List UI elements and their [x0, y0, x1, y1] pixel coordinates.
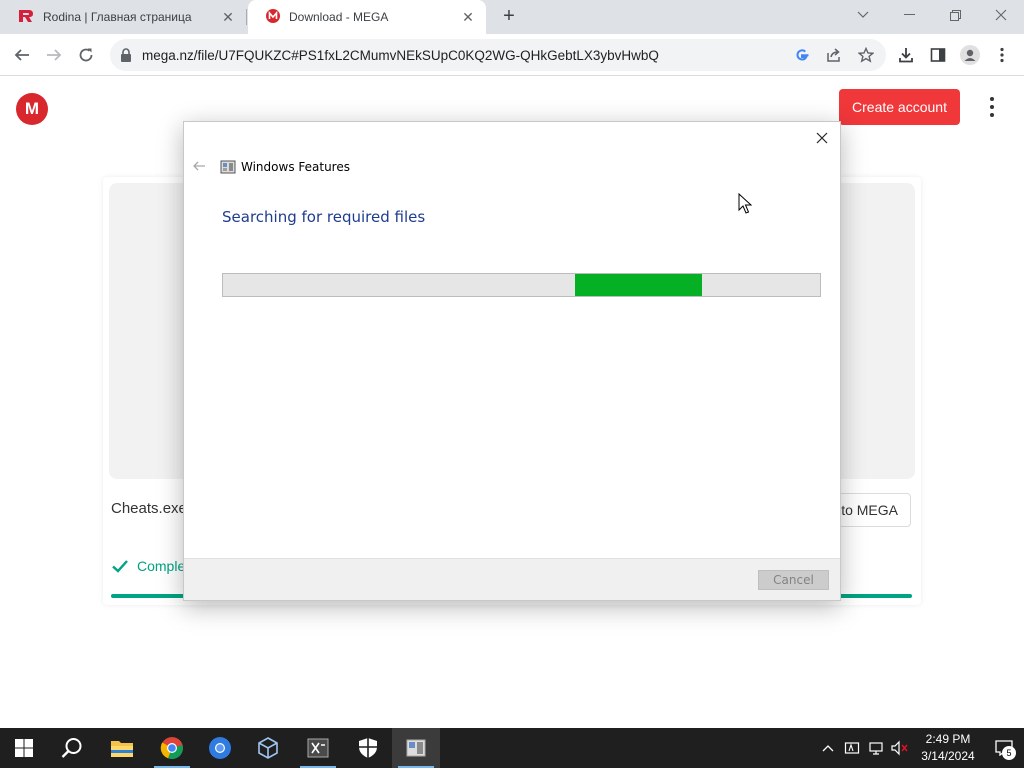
security-shield-icon[interactable] — [344, 728, 392, 768]
page-menu-icon[interactable] — [984, 95, 1000, 119]
browser-menu-icon[interactable] — [990, 43, 1014, 67]
side-panel-icon[interactable] — [926, 43, 950, 67]
progress-marquee — [575, 274, 702, 296]
tray-app-icon[interactable] — [840, 728, 864, 768]
tab-separator — [246, 9, 247, 25]
virtualbox-icon[interactable] — [244, 728, 292, 768]
tab-title: Download - MEGA — [289, 10, 389, 24]
profile-avatar-icon[interactable] — [958, 43, 982, 67]
windows-features-icon — [220, 159, 236, 175]
google-translate-icon[interactable] — [792, 45, 812, 65]
network-icon[interactable] — [864, 728, 888, 768]
back-arrow-icon[interactable] — [192, 159, 206, 173]
minimize-button[interactable] — [886, 0, 932, 30]
screen: Rodina | Главная страница ✕ Download - M… — [0, 0, 1024, 768]
tab-mega-download[interactable]: Download - MEGA ✕ — [248, 0, 486, 34]
close-window-button[interactable] — [978, 0, 1024, 30]
close-icon[interactable] — [812, 128, 832, 148]
share-icon[interactable] — [824, 45, 844, 65]
tab-search-chevron-icon[interactable] — [840, 0, 886, 30]
file-name: Cheats.exe — [111, 500, 187, 517]
notification-center-icon[interactable]: 5 — [984, 728, 1024, 768]
tab-title: Rodina | Главная страница — [43, 10, 192, 24]
forward-arrow-icon[interactable] — [42, 43, 66, 67]
chrome-icon[interactable] — [148, 728, 196, 768]
volume-muted-icon[interactable] — [888, 728, 912, 768]
reload-icon[interactable] — [74, 43, 98, 67]
restore-button[interactable] — [932, 0, 978, 30]
system-tray: 2:49 PM 3/14/2024 5 — [816, 728, 1024, 768]
windows-features-icon[interactable] — [392, 728, 440, 768]
file-explorer-icon[interactable] — [98, 728, 146, 768]
tab-rodina[interactable]: Rodina | Главная страница ✕ — [0, 0, 246, 34]
progress-bar — [222, 273, 821, 297]
back-arrow-icon[interactable] — [10, 43, 34, 67]
mega-logo[interactable]: M — [16, 93, 48, 125]
close-icon[interactable]: ✕ — [460, 9, 476, 26]
new-tab-button[interactable]: + — [498, 5, 520, 27]
url-text[interactable]: mega.nz/file/U7FQUKZC#PS1fxL2CMumvNEkSUp… — [142, 48, 782, 63]
clock-date: 3/14/2024 — [921, 749, 975, 763]
mega-icon — [266, 8, 280, 26]
lock-icon[interactable] — [120, 48, 132, 62]
taskbar: 2:49 PM 3/14/2024 5 — [0, 728, 1024, 768]
chromium-icon[interactable] — [196, 728, 244, 768]
browser-tab-strip: Rodina | Главная страница ✕ Download - M… — [0, 0, 1024, 34]
browser-toolbar: mega.nz/file/U7FQUKZC#PS1fxL2CMumvNEkSUp… — [0, 34, 1024, 76]
clock[interactable]: 2:49 PM 3/14/2024 — [916, 731, 980, 765]
clock-time: 2:49 PM — [925, 732, 971, 746]
start-icon[interactable] — [0, 728, 48, 768]
address-bar[interactable]: mega.nz/file/U7FQUKZC#PS1fxL2CMumvNEkSUp… — [110, 39, 886, 71]
chevron-up-icon[interactable] — [816, 728, 840, 768]
toolbar-actions — [894, 43, 1014, 67]
window-controls — [840, 0, 1024, 30]
download-icon[interactable] — [894, 43, 918, 67]
rodina-r-icon — [18, 9, 34, 26]
bookmark-star-icon[interactable] — [856, 45, 876, 65]
mouse-cursor-icon — [738, 192, 753, 215]
dialog-footer: Cancel — [184, 558, 840, 600]
search-icon[interactable] — [48, 728, 96, 768]
cancel-button[interactable]: Cancel — [758, 570, 829, 590]
address-bar-actions — [792, 45, 876, 65]
notification-count-badge: 5 — [1002, 746, 1016, 760]
checkmark-icon — [111, 557, 129, 575]
create-account-button[interactable]: Create account — [839, 89, 960, 125]
dialog-title: Windows Features — [241, 160, 350, 174]
dialog-heading: Searching for required files — [222, 208, 426, 226]
app-icon[interactable] — [294, 728, 342, 768]
close-icon[interactable]: ✕ — [220, 9, 236, 26]
